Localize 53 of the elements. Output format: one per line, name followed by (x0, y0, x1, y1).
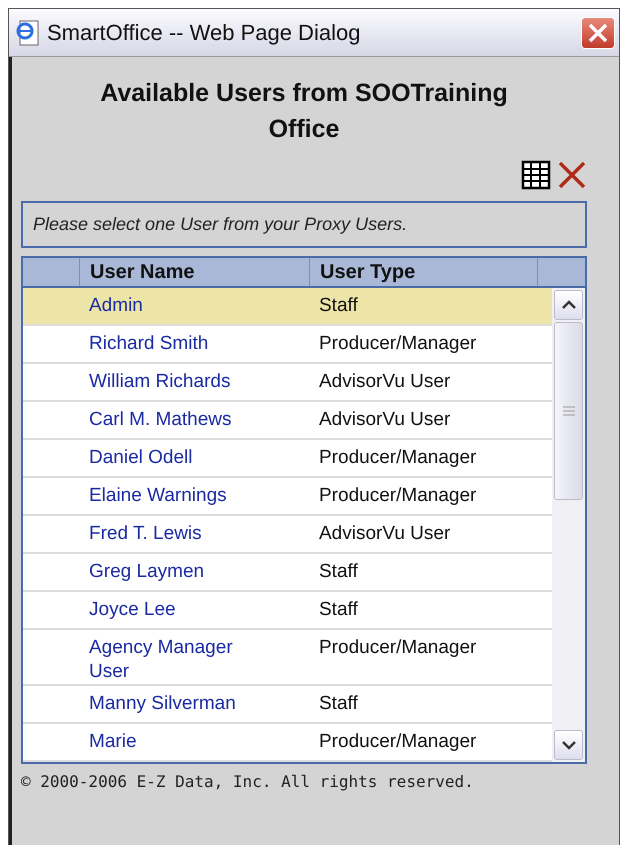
user-name-link[interactable]: Greg Laymen (89, 560, 204, 584)
user-name-link[interactable]: William Richards (89, 370, 230, 394)
close-icon[interactable] (557, 160, 587, 190)
table-row[interactable]: Greg Laymen Staff (23, 554, 552, 592)
user-type-cell-text: AdvisorVu User (318, 370, 452, 394)
user-type-cell-text: Staff (318, 692, 359, 716)
copyright-text: © 2000-2006 E-Z Data, Inc. All rights reserved. (21, 771, 475, 793)
user-name-link[interactable]: Elaine Warnings (89, 484, 227, 508)
user-type-cell-text: Staff (318, 560, 359, 584)
table-row[interactable]: Richard Smith Producer/Manager (23, 326, 552, 364)
column-header[interactable]: User Type (309, 258, 537, 286)
user-type-cell-text: Producer/Manager (318, 332, 478, 356)
table-row[interactable]: Manny Silverman Staff (23, 686, 552, 724)
user-type-cell-text: Staff (318, 294, 359, 318)
user-name-link[interactable]: Richard Smith (89, 332, 208, 356)
user-name-link[interactable]: Agency Manager User (89, 636, 269, 684)
user-name-link[interactable]: Joyce Lee (89, 598, 176, 622)
user-type-cell-text: Producer/Manager (318, 446, 478, 470)
chevron-up-icon (562, 300, 576, 310)
user-name-link[interactable]: Admin (89, 294, 143, 318)
user-name-link[interactable]: Fred T. Lewis (89, 522, 202, 546)
table-row[interactable]: Elaine Warnings Producer/Manager (23, 478, 552, 516)
user-name-link[interactable]: Marie (89, 730, 137, 754)
table-row[interactable]: Marie Producer/Manager (23, 724, 552, 762)
page-icon (15, 18, 41, 46)
user-type-cell-text: AdvisorVu User (318, 408, 452, 432)
grid-icon[interactable] (521, 160, 551, 190)
close-icon (587, 22, 609, 44)
table-row[interactable]: Joyce Lee Staff (23, 592, 552, 630)
table-row[interactable]: Fred T. Lewis AdvisorVu User (23, 516, 552, 554)
user-type-cell-text: Producer/Manager (318, 484, 478, 508)
window-title: SmartOffice -- Web Page Dialog (47, 19, 362, 47)
scrollbar[interactable] (552, 288, 585, 762)
user-type-cell-text: Producer/Manager (318, 730, 478, 754)
user-name-link[interactable]: Manny Silverman (89, 692, 236, 716)
user-type-cell-text: Producer/Manager (318, 636, 478, 660)
table-row[interactable]: Admin Staff (23, 288, 552, 326)
user-name-link[interactable]: Carl M. Mathews (89, 408, 232, 432)
dialog-heading: Available Users from SOOTraining Office (99, 78, 509, 145)
user-type-cell-text: Staff (318, 598, 359, 622)
table-row[interactable]: Carl M. Mathews AdvisorVu User (23, 402, 552, 440)
chevron-down-icon (562, 740, 576, 750)
user-name-link[interactable]: Daniel Odell (89, 446, 192, 470)
instruction-message: Please select one User from your Proxy Users. (21, 201, 587, 248)
scroll-up-button[interactable] (554, 290, 583, 320)
table-row[interactable]: Daniel Odell Producer/Manager (23, 440, 552, 478)
user-type-cell-text: AdvisorVu User (318, 522, 452, 546)
scroll-down-button[interactable] (554, 730, 583, 760)
close-button[interactable] (581, 16, 615, 48)
table-row[interactable]: William Richards AdvisorVu User (23, 364, 552, 402)
column-header[interactable]: User Name (79, 258, 309, 286)
table-row[interactable]: Agency Manager User Producer/Manager (23, 630, 552, 686)
scroll-thumb[interactable] (554, 322, 583, 500)
